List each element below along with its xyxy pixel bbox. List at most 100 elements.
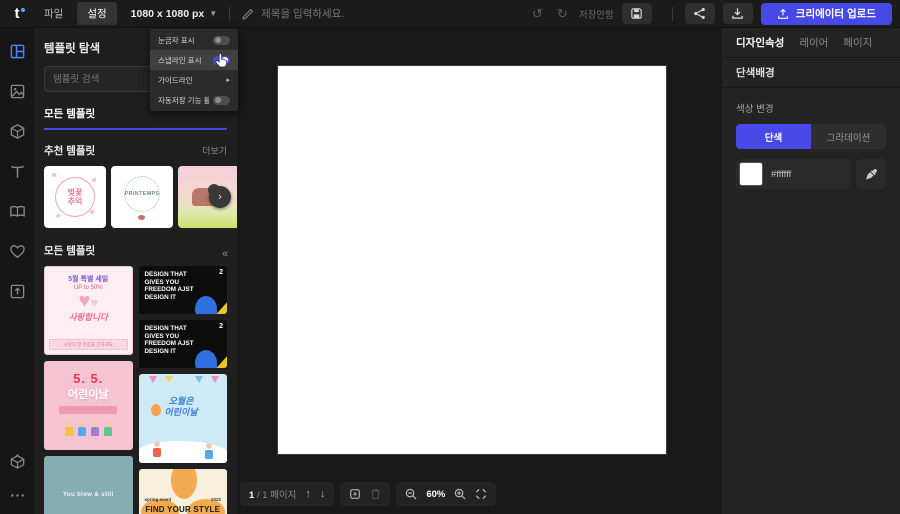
- panel-collapse-icon[interactable]: «: [222, 248, 228, 260]
- tab-all-templates[interactable]: 모든 템플릿: [44, 108, 95, 120]
- love-line3: 사랑합니다: [69, 311, 108, 323]
- blue-shape: [195, 296, 217, 314]
- zoom-level[interactable]: 60%: [426, 489, 445, 500]
- template-card-love[interactable]: 5월 특별 세일 UP to 50% ♥♥ 사랑합니다 사랑의 말 마음을 전하…: [44, 266, 133, 355]
- tab-design-properties[interactable]: 디자인속성: [736, 35, 784, 50]
- recommended-next-button[interactable]: ›: [209, 186, 231, 208]
- more-icon[interactable]: [8, 486, 26, 504]
- add-page-icon[interactable]: [349, 488, 361, 500]
- tab-pages[interactable]: 페이지: [843, 35, 872, 50]
- template-card-design-2[interactable]: DESIGN THAT GIVES YOU FREEDOM AJST DESIG…: [139, 320, 228, 368]
- zoom-controls: 60%: [396, 482, 496, 506]
- cd2-title: 오월은 어린이날: [165, 396, 198, 418]
- text-icon[interactable]: [8, 162, 26, 180]
- template-card-cat[interactable]: You blow & still: [44, 456, 133, 514]
- menu-item-label: 스냅라인 표시: [158, 55, 201, 66]
- template-card-find-your-style[interactable]: spring event 2022 FIND YOUR STYLE: [139, 469, 228, 514]
- page-count-badge: 2: [219, 269, 223, 276]
- canvas-size-dropdown[interactable]: 1080 x 1080 px ▼: [131, 8, 217, 20]
- share-button[interactable]: [685, 3, 715, 24]
- eyedropper-icon: [865, 168, 878, 181]
- bunting-flag: [165, 376, 173, 383]
- blossom-line1: 벚꽃: [68, 188, 83, 197]
- template-card-design-1[interactable]: DESIGN THAT GIVES YOU FREEDOM AJST DESIG…: [139, 266, 228, 314]
- left-icon-rail: [0, 28, 34, 514]
- flower-graphic: [138, 215, 145, 220]
- favorite-icon[interactable]: [8, 242, 26, 260]
- document-title-wrap: [242, 8, 421, 20]
- template-card-childrens-day-blue[interactable]: 오월은 어린이날: [139, 374, 228, 463]
- template-thumb-blossom[interactable]: 벚꽃 추억: [44, 166, 106, 228]
- blossom-circle: 벚꽃 추억: [55, 177, 95, 217]
- app-logo[interactable]: t: [0, 5, 34, 22]
- download-icon: [731, 7, 744, 20]
- menu-item-ruler[interactable]: 눈금자 표시: [150, 30, 238, 50]
- element-icon[interactable]: [8, 122, 26, 140]
- kid-graphic: [204, 443, 213, 459]
- download-button[interactable]: [723, 3, 753, 24]
- color-value-field[interactable]: #ffffff: [736, 159, 850, 189]
- page-up-icon[interactable]: ↑: [305, 488, 311, 500]
- page-edit-controls: [340, 482, 390, 506]
- undo-icon[interactable]: ↺: [525, 6, 550, 22]
- flower-petal: [171, 469, 197, 499]
- settings-menu[interactable]: 설정: [77, 2, 116, 25]
- redo-icon[interactable]: ↻: [550, 6, 575, 22]
- blossom-line2: 추억: [68, 197, 83, 206]
- creator-box-icon[interactable]: [8, 452, 26, 470]
- fill-type-segment: 단색 그라데이션: [736, 124, 886, 149]
- menu-item-label: 가이드라인: [158, 75, 193, 86]
- save-status: 저장안함: [579, 7, 614, 21]
- chevron-down-icon: ▼: [209, 9, 217, 18]
- page-count-badge: 2: [219, 323, 223, 330]
- template-grid: 5월 특별 세일 UP to 50% ♥♥ 사랑합니다 사랑의 말 마음을 전하…: [44, 266, 227, 514]
- all-templates-heading: 모든 템플릿: [44, 243, 95, 258]
- more-link[interactable]: 더보기: [202, 144, 227, 157]
- zoom-out-icon[interactable]: [405, 488, 417, 500]
- zoom-in-icon[interactable]: [454, 488, 466, 500]
- page-icon[interactable]: [8, 202, 26, 220]
- cd1-title: 어린이날: [68, 386, 108, 402]
- color-swatch[interactable]: [739, 162, 763, 186]
- style-title: FIND YOUR STYLE: [144, 505, 223, 514]
- hearts-graphic: ♥♥: [78, 291, 98, 313]
- creator-upload-button[interactable]: 크리에이터 업로드: [761, 3, 892, 25]
- document-title-input[interactable]: [261, 8, 421, 20]
- file-menu[interactable]: 파일: [34, 2, 73, 25]
- hand-cursor-icon: [214, 53, 228, 69]
- image-icon[interactable]: [8, 82, 26, 100]
- page-down-icon[interactable]: ↓: [320, 488, 326, 500]
- bunting-flag: [195, 376, 203, 383]
- kids-graphic: [64, 420, 112, 436]
- autosave-toggle[interactable]: [213, 96, 230, 105]
- right-panel: 디자인속성 레이어 페이지 단색배경 색상 변경 단색 그라데이션 #fffff…: [722, 28, 900, 514]
- menu-item-guideline[interactable]: 가이드라인 ▸: [150, 70, 238, 90]
- creator-upload-label: 크리에이터 업로드: [796, 6, 876, 21]
- gradient-fill-button[interactable]: 그라데이션: [811, 124, 886, 149]
- upload-icon: [777, 8, 789, 20]
- bunting-flag: [149, 376, 157, 383]
- printemps-text: PRINTEMPS: [125, 191, 160, 197]
- delete-page-icon[interactable]: [370, 488, 381, 500]
- tab-layers[interactable]: 레이어: [799, 35, 828, 50]
- eyedropper-button[interactable]: [856, 159, 886, 189]
- canvas-area: [237, 28, 722, 514]
- template-thumb-printemps[interactable]: PRINTEMPS: [111, 166, 173, 228]
- template-icon[interactable]: [8, 42, 26, 60]
- menu-item-label: 눈금자 표시: [158, 35, 195, 46]
- solid-fill-button[interactable]: 단색: [736, 124, 811, 149]
- balloon-graphic: [151, 404, 161, 416]
- menu-item-autosave[interactable]: 자동저장 기능 활성화: [150, 90, 238, 110]
- share-icon: [693, 7, 706, 20]
- logo-dot: [21, 8, 25, 12]
- bunting-flag: [211, 376, 219, 383]
- design-canvas-page[interactable]: [278, 66, 666, 454]
- upload-files-icon[interactable]: [8, 282, 26, 300]
- cat-text: You blow & still: [44, 492, 133, 498]
- save-button[interactable]: [622, 3, 652, 24]
- recommended-row: 벚꽃 추억 PRINTEMPS ›: [44, 166, 227, 228]
- fit-screen-icon[interactable]: [475, 488, 487, 500]
- template-card-childrens-day-pink[interactable]: 5. 5. 어린이날: [44, 361, 133, 450]
- ruler-toggle[interactable]: [213, 36, 230, 45]
- page-indicator: 1 / 1 페이지: [249, 487, 296, 501]
